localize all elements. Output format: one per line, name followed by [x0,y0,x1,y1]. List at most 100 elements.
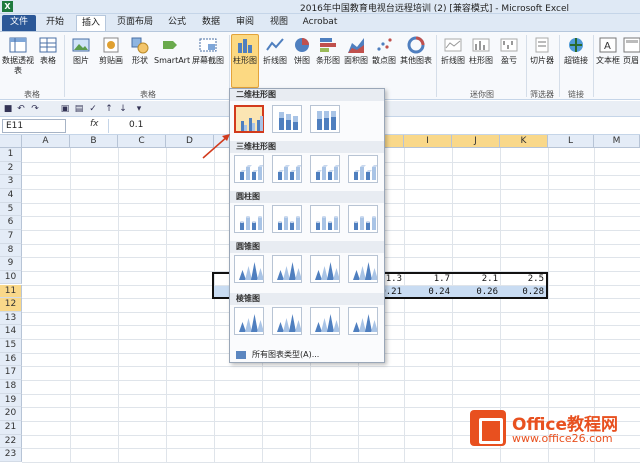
shapes-button[interactable]: 形状 [128,35,152,66]
100-stacked-cylinder-option[interactable] [310,205,340,233]
row-header[interactable]: 12 [0,298,22,312]
3d-clustered-column-option[interactable] [234,155,264,183]
customize-dropdown-icon[interactable]: ▾ [134,104,144,114]
tab-review[interactable]: 审阅 [230,15,260,31]
textbox-button[interactable]: A 文本框 [595,35,621,66]
row-header[interactable]: 23 [0,448,22,462]
cell-value[interactable]: 0.24 [414,287,450,297]
row-header[interactable]: 9 [0,257,22,271]
column-header[interactable]: B [70,135,118,148]
pivot-table-button[interactable]: 数据透视表 [2,35,34,76]
column-header[interactable]: I [404,135,452,148]
scatter-chart-button[interactable]: 散点图 [371,35,397,66]
hyperlink-button[interactable]: 超链接 [561,35,591,66]
select-all-corner[interactable] [0,135,22,148]
quick-print-icon[interactable]: ▤ [74,104,84,114]
100-stacked-cone-option[interactable] [310,255,340,283]
tab-home[interactable]: 开始 [40,15,70,31]
excel-icon[interactable]: X [2,1,13,12]
tab-page-layout[interactable]: 页面布局 [112,15,158,31]
tab-formulas[interactable]: 公式 [162,15,192,31]
100-stacked-pyramid-option[interactable] [310,307,340,335]
screenshot-button[interactable]: 屏幕截图 [190,35,226,66]
column-header[interactable]: D [166,135,214,148]
redo-icon[interactable]: ↷ [30,104,40,114]
header-footer-button[interactable]: 页眉 [622,35,640,66]
save-icon[interactable]: ■ [3,104,13,114]
slicer-button[interactable]: 切片器 [528,35,556,66]
sort-ascending-icon[interactable]: ↑ [104,104,114,114]
column-header[interactable]: C [118,135,166,148]
row-header[interactable]: 19 [0,393,22,408]
row-header[interactable]: 5 [0,202,22,217]
column-header[interactable]: K [500,135,548,148]
tab-file[interactable]: 文件 [2,15,36,31]
row-header[interactable]: 16 [0,352,22,367]
bar-chart-button[interactable]: 条形图 [315,35,341,66]
column-header[interactable]: L [548,135,594,148]
tab-acrobat[interactable]: Acrobat [298,15,342,31]
row-header[interactable]: 10 [0,270,22,285]
row-header[interactable]: 18 [0,380,22,394]
row-header[interactable]: 4 [0,188,22,203]
cell-value[interactable]: 0.26 [462,287,498,297]
row-header[interactable]: 17 [0,366,22,381]
other-charts-button[interactable]: 其他图表 [399,35,433,66]
row-header[interactable]: 1 [0,148,22,162]
clustered-cylinder-option[interactable] [234,205,264,233]
row-header[interactable]: 6 [0,216,22,230]
cell-value[interactable]: 0.28 [508,287,544,297]
stacked-pyramid-option[interactable] [272,307,302,335]
row-header[interactable]: 15 [0,339,22,353]
clustered-pyramid-option[interactable] [234,307,264,335]
name-box[interactable]: E11 [2,119,66,133]
clip-art-button[interactable]: 剪贴画 [96,35,126,66]
row-header[interactable]: 13 [0,311,22,326]
column-header[interactable]: J [452,135,500,148]
tab-data[interactable]: 数据 [196,15,226,31]
row-header[interactable]: 22 [0,434,22,449]
3d-cylinder-option[interactable] [348,205,378,233]
cell-value[interactable]: 1.7 [420,274,450,284]
column-header[interactable]: A [22,135,70,148]
row-header[interactable]: 7 [0,229,22,244]
all-chart-types-link[interactable]: 所有图表类型(A)... [236,349,319,360]
row-header[interactable]: 14 [0,325,22,340]
stacked-cylinder-option[interactable] [272,205,302,233]
sort-descending-icon[interactable]: ↓ [118,104,128,114]
clustered-cone-option[interactable] [234,255,264,283]
100-stacked-column-option[interactable] [310,105,340,133]
smartart-button[interactable]: SmartArt [154,35,190,66]
row-header[interactable]: 2 [0,161,22,176]
row-header[interactable]: 3 [0,175,22,189]
picture-button[interactable]: 图片 [68,35,94,66]
table-button[interactable]: 表格 [36,35,60,66]
line-chart-button[interactable]: 折线图 [261,35,289,66]
row-header[interactable]: 8 [0,243,22,258]
3d-pyramid-option[interactable] [348,307,378,335]
sparkline-winloss-button[interactable]: 盈亏 [496,35,522,66]
column-chart-button[interactable]: 柱形图 [231,34,259,88]
print-preview-icon[interactable]: ▣ [60,104,70,114]
sparkline-line-button[interactable]: 折线图 [440,35,466,66]
insert-function-icon[interactable]: fx [90,119,99,129]
stacked-column-option[interactable] [272,105,302,133]
3d-cone-option[interactable] [348,255,378,283]
spelling-icon[interactable]: ✓ [88,104,98,114]
row-header[interactable]: 21 [0,421,22,435]
cell-value[interactable]: 2.5 [514,274,544,284]
3d-column-option[interactable] [348,155,378,183]
pie-chart-button[interactable]: 饼图 [291,35,313,66]
cell-value[interactable]: 2.1 [468,274,498,284]
row-header[interactable]: 20 [0,407,22,421]
tab-view[interactable]: 视图 [264,15,294,31]
3d-100-stacked-column-option[interactable] [310,155,340,183]
tab-insert[interactable]: 插入 [76,15,106,31]
sparkline-column-button[interactable]: 柱形图 [468,35,494,66]
row-header[interactable]: 11 [0,284,22,299]
undo-icon[interactable]: ↶ [16,104,26,114]
clustered-column-option[interactable] [234,105,264,133]
column-header[interactable]: M [594,135,640,148]
3d-stacked-column-option[interactable] [272,155,302,183]
stacked-cone-option[interactable] [272,255,302,283]
